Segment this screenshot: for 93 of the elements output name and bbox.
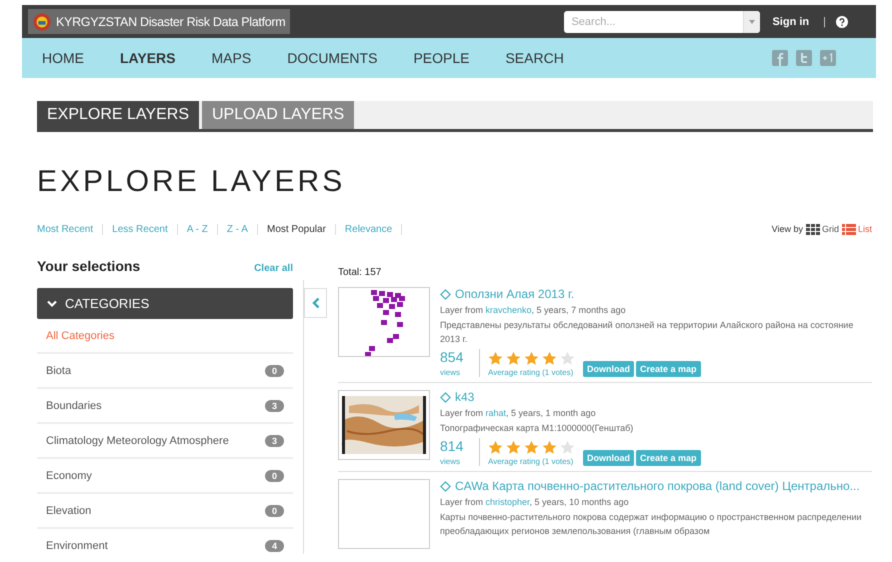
nav-link[interactable]: HOME: [42, 50, 84, 66]
diamond-icon: [440, 288, 451, 300]
category-label: Environment: [46, 540, 108, 552]
category-item[interactable]: Environment 4: [37, 529, 293, 562]
nav-link[interactable]: LAYERS: [120, 50, 176, 66]
layer-meta: Layer from christopher, 5 years, 10 months ago: [440, 497, 630, 507]
layer-meta: Layer from kravchenko, 5 years, 7 months ago: [440, 305, 627, 315]
count-badge: 3: [264, 434, 284, 446]
count-badge: 0: [264, 364, 284, 376]
layer-description: Представлены результаты обследований оползней на территории Алайского района на состояние 2013 г.: [440, 319, 854, 346]
star-icon[interactable]: [560, 440, 575, 455]
star-icon[interactable]: [506, 351, 521, 366]
star-icon[interactable]: [488, 440, 503, 455]
download-button[interactable]: Download: [583, 450, 634, 466]
nav-link[interactable]: DOCUMENTS: [287, 50, 378, 66]
tab[interactable]: EXPLORE LAYERS: [37, 101, 199, 129]
author-link[interactable]: christopher: [486, 497, 530, 507]
twitter-icon[interactable]: [796, 50, 812, 66]
views-label: views: [440, 457, 462, 466]
diamond-icon: [440, 392, 451, 402]
layer-title-link[interactable]: Оползни Алая 2013 г.: [440, 287, 872, 301]
collapse-button[interactable]: [304, 288, 327, 318]
plus-one-icon[interactable]: [820, 50, 836, 66]
help-icon[interactable]: [836, 16, 848, 28]
create-map-button[interactable]: Create a map: [636, 450, 701, 466]
sort-link[interactable]: Most Recent: [37, 224, 104, 234]
layer-description: Топографическая карта М1:1000000(Генштаб): [440, 422, 634, 435]
layer-meta: Layer from rahat, 5 years, 1 month ago: [440, 408, 597, 418]
star-icon[interactable]: [542, 440, 557, 455]
count-badge: 0: [264, 504, 284, 516]
layer-title-link[interactable]: k43: [440, 390, 872, 404]
category-label: Biota: [46, 364, 72, 376]
category-item[interactable]: Biota 0: [37, 354, 293, 389]
chevron-left-icon: [312, 297, 320, 309]
category-label: Economy: [46, 470, 92, 482]
count-badge: 3: [264, 400, 284, 412]
categories-header[interactable]: CATEGORIES: [37, 288, 293, 319]
sidebar-title: Your selections: [37, 258, 140, 274]
page-heading: EXPLORE LAYERS: [37, 164, 346, 200]
category-item[interactable]: Climatology Meteorology Atmosphere 3: [37, 424, 293, 459]
clear-all-link[interactable]: Clear all: [254, 263, 293, 274]
emblem-icon: [33, 12, 51, 30]
star-icon[interactable]: [542, 351, 557, 366]
chevron-down-icon: [47, 300, 57, 308]
category-label: Climatology Meteorology Atmosphere: [46, 434, 229, 446]
facebook-icon[interactable]: [772, 50, 788, 66]
category-item[interactable]: Boundaries 3: [37, 389, 293, 424]
view-by-label: View by: [772, 224, 803, 234]
thumbnail-frame[interactable]: [338, 479, 430, 549]
views-label: views: [440, 368, 462, 377]
rating-link[interactable]: Average rating (1 votes): [488, 368, 575, 377]
sort-link[interactable]: Relevance: [336, 224, 402, 234]
category-item[interactable]: All Categories: [37, 319, 293, 354]
star-icon[interactable]: [506, 440, 521, 455]
star-icon[interactable]: [560, 351, 575, 366]
list-icon: [842, 224, 856, 234]
category-label: Elevation: [46, 504, 92, 516]
count-badge: 4: [264, 540, 284, 552]
site-title: KYRGYZSTAN Disaster Risk Data Platform: [56, 14, 286, 28]
layer-title-link[interactable]: CAWa Карта почвенно-растительного покрова (land cover) Центрально...: [440, 479, 872, 493]
count-badge: 0: [264, 470, 284, 482]
sort-link[interactable]: Z - A: [218, 224, 258, 234]
sort-link[interactable]: A - Z: [178, 224, 218, 234]
view-count: 814: [440, 438, 464, 454]
category-item[interactable]: Economy 0: [37, 459, 293, 494]
star-icon[interactable]: [488, 351, 503, 366]
author-link[interactable]: rahat: [486, 408, 506, 418]
sign-in-link[interactable]: Sign in: [772, 16, 810, 28]
category-item[interactable]: Elevation 0: [37, 494, 293, 529]
view-count: 854: [440, 349, 464, 365]
create-map-button[interactable]: Create a map: [636, 361, 701, 377]
total-count: Total: 157: [338, 266, 382, 280]
star-icon[interactable]: [524, 440, 539, 455]
caret-icon: [749, 20, 756, 24]
view-option[interactable]: Grid: [806, 224, 839, 234]
layer-description: Карты почвенно-растительного покрова содержат информацию о пространственном распределении преобладающих регионов землепользования (главным образом: [440, 511, 863, 538]
sort-link[interactable]: Less Recent: [103, 224, 178, 234]
category-label: All Categories: [46, 330, 114, 342]
nav-link[interactable]: SEARCH: [505, 50, 564, 66]
grid-icon: [806, 224, 820, 234]
diamond-icon: [440, 480, 451, 492]
star-icon[interactable]: [524, 351, 539, 366]
tab[interactable]: UPLOAD LAYERS: [202, 101, 354, 129]
author-link[interactable]: kravchenko: [486, 305, 532, 315]
nav-link[interactable]: PEOPLE: [413, 50, 470, 66]
rating-link[interactable]: Average rating (1 votes): [488, 457, 575, 466]
download-button[interactable]: Download: [583, 361, 634, 377]
category-label: Boundaries: [46, 400, 102, 412]
sort-link[interactable]: Most Popular: [258, 224, 336, 234]
site-logo[interactable]: KYRGYZSTAN Disaster Risk Data Platform: [28, 9, 290, 34]
nav-link[interactable]: MAPS: [212, 50, 252, 66]
view-option[interactable]: List: [842, 224, 872, 234]
separator: |: [823, 16, 826, 28]
